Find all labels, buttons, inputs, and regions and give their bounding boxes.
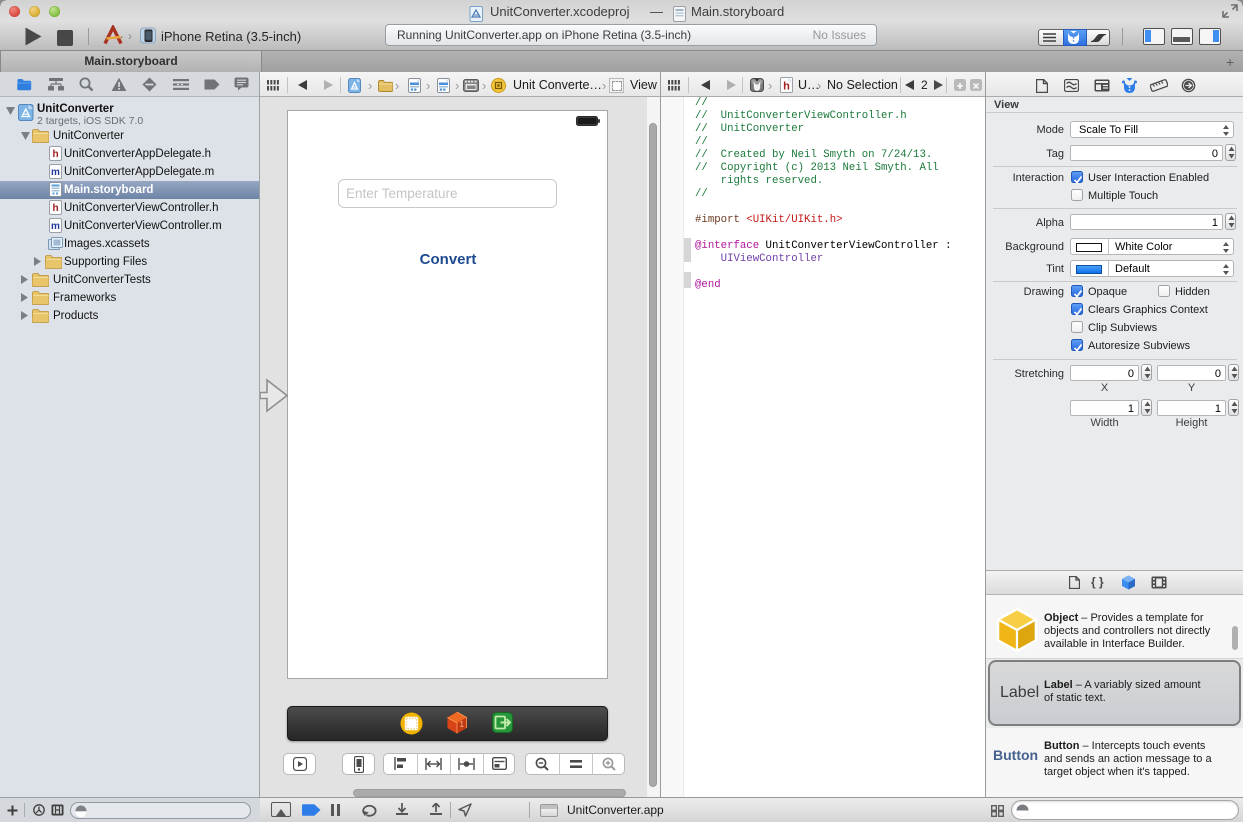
svg-text:1: 1 xyxy=(460,720,465,729)
svg-text:m: m xyxy=(51,221,60,232)
svg-text:h: h xyxy=(52,149,58,160)
svg-text:m: m xyxy=(51,167,60,178)
svg-text:h: h xyxy=(783,81,790,93)
svg-text:h: h xyxy=(52,203,58,214)
